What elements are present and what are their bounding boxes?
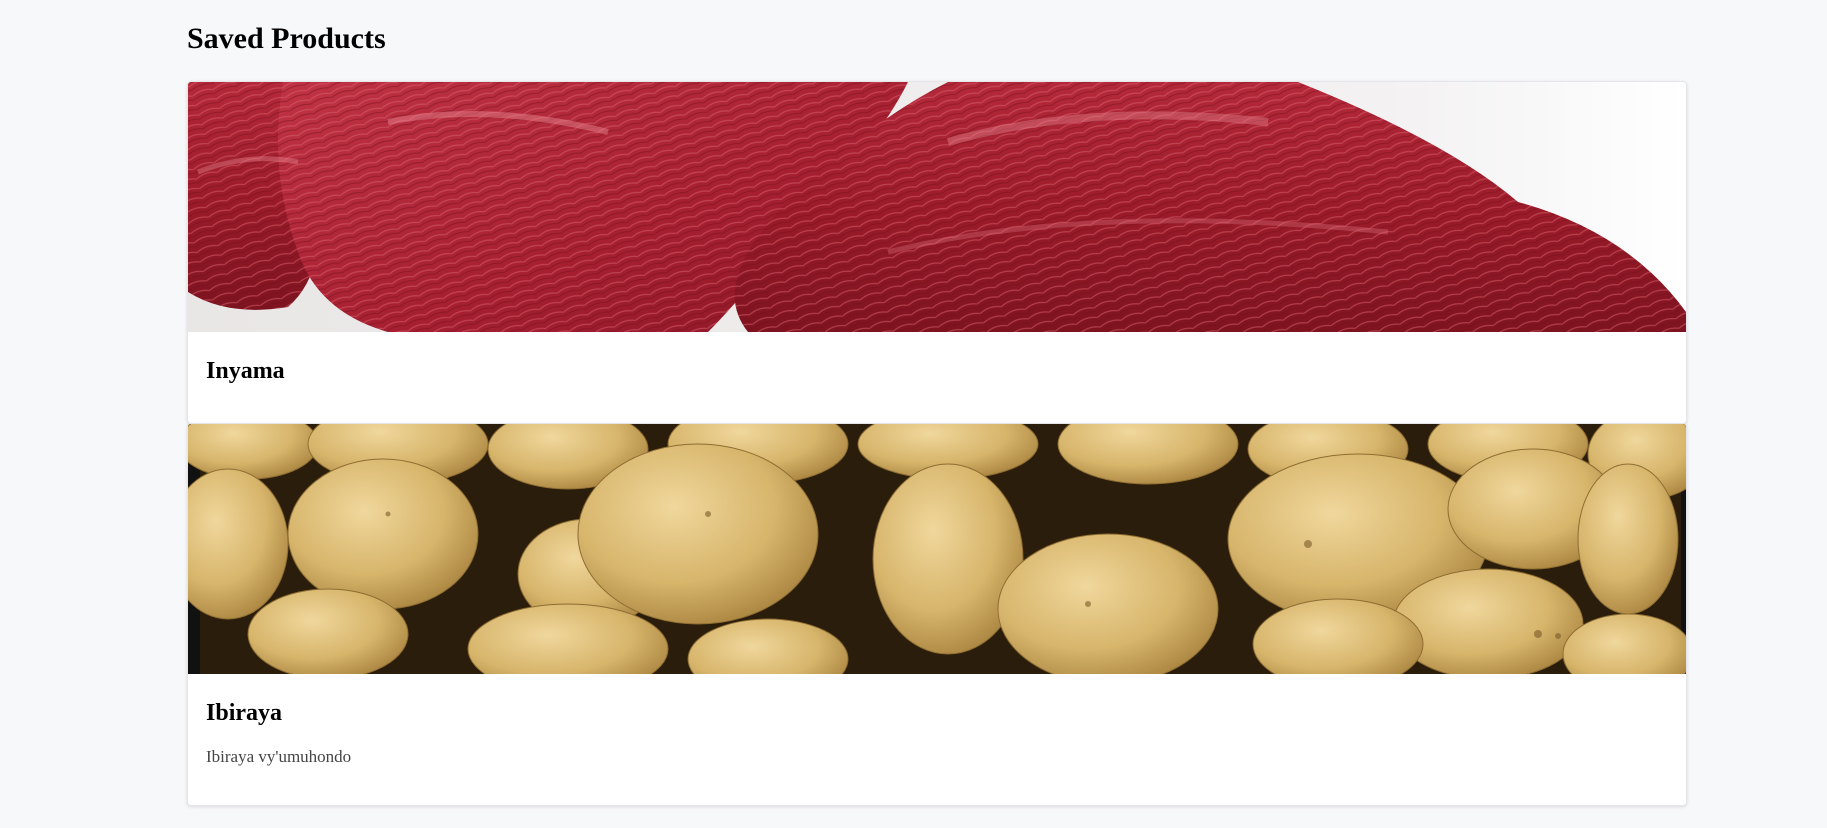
page-title: Saved Products xyxy=(187,22,386,55)
product-description: Ibiraya vy'umuhondo xyxy=(206,747,352,766)
product-image-potatoes xyxy=(188,424,1686,674)
product-name: Inyama xyxy=(206,358,285,384)
saved-products-page: Saved Products Inyama Ibiraya Ibiraya vy… xyxy=(0,0,1827,828)
product-image-meat xyxy=(188,82,1686,332)
product-name: Ibiraya xyxy=(206,700,283,726)
product-card[interactable]: Inyama xyxy=(187,81,1687,424)
product-card[interactable]: Ibiraya Ibiraya vy'umuhondo xyxy=(187,423,1687,806)
